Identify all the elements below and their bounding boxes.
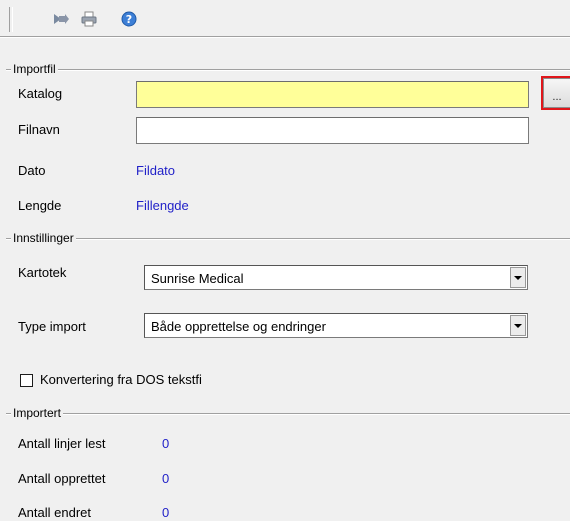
filnavn-label: Filnavn xyxy=(18,122,60,137)
kartotek-select-value: Sunrise Medical xyxy=(151,271,244,286)
linjer-lest-value: 0 xyxy=(162,436,170,451)
browse-button-focus[interactable]: ... xyxy=(541,76,570,110)
toolbar-grip xyxy=(9,7,13,32)
type-import-label: Type import xyxy=(18,319,86,334)
kartotek-select[interactable]: Sunrise Medical xyxy=(144,265,528,290)
chevron-down-icon[interactable] xyxy=(510,315,526,336)
type-import-select[interactable]: Både opprettelse og endringer xyxy=(144,313,528,338)
chevron-down-icon[interactable] xyxy=(510,267,526,288)
opprettet-value: 0 xyxy=(162,471,170,486)
group-title-importert: Importert xyxy=(11,406,64,420)
opprettet-label: Antall opprettet xyxy=(18,471,106,486)
katalog-input[interactable] xyxy=(136,81,529,108)
group-line-innstillinger xyxy=(6,238,570,240)
kartotek-label: Kartotek xyxy=(18,265,67,280)
toolbar: ? xyxy=(0,0,570,36)
import-icon[interactable] xyxy=(52,10,70,28)
group-title-innstillinger: Innstillinger xyxy=(11,231,76,245)
print-icon[interactable] xyxy=(80,10,98,28)
dos-conversion-label[interactable]: Konvertering fra DOS tekstfi xyxy=(40,372,202,388)
browse-button[interactable]: ... xyxy=(543,78,570,108)
group-line-importfil xyxy=(6,69,570,71)
dato-value: Fildato xyxy=(136,163,176,178)
lengde-value: Fillengde xyxy=(136,198,189,213)
lengde-label: Lengde xyxy=(18,198,62,213)
help-icon[interactable]: ? xyxy=(120,10,138,28)
svg-text:?: ? xyxy=(126,13,132,26)
group-title-importfil: Importfil xyxy=(11,62,58,76)
type-import-select-value: Både opprettelse og endringer xyxy=(151,319,326,334)
dos-conversion-checkbox[interactable] xyxy=(20,374,33,387)
linjer-lest-label: Antall linjer lest xyxy=(18,436,106,451)
group-line-importert xyxy=(6,413,570,415)
dato-label: Dato xyxy=(18,163,46,178)
katalog-label: Katalog xyxy=(18,86,63,101)
filnavn-input[interactable] xyxy=(136,117,529,144)
toolbar-separator xyxy=(0,36,570,38)
